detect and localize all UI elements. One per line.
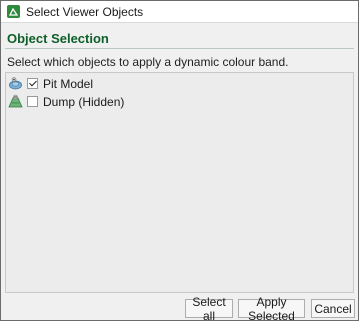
window-title: Select Viewer Objects (26, 4, 144, 19)
pit-model-icon (8, 76, 23, 91)
cancel-button[interactable]: Cancel (311, 299, 355, 318)
dump-hidden-icon (8, 94, 23, 109)
app-icon (7, 5, 20, 18)
list-item-dump-hidden[interactable]: Dump (Hidden) (8, 93, 124, 110)
list-item-pit-model[interactable]: Pit Model (8, 75, 93, 92)
pit-model-checkbox[interactable] (27, 78, 38, 89)
dump-hidden-checkbox[interactable] (27, 96, 38, 107)
heading-divider (5, 48, 354, 49)
title-bar[interactable]: Select Viewer Objects (1, 1, 358, 23)
dump-hidden-label: Dump (Hidden) (43, 94, 125, 109)
apply-selected-button[interactable]: Apply Selected (238, 295, 305, 320)
section-description: Select which objects to apply a dynamic … (7, 55, 289, 69)
pit-model-label: Pit Model (43, 76, 94, 91)
select-all-button[interactable]: Select all (185, 295, 233, 320)
objects-list: Pit Model Dump (Hidden) (5, 72, 354, 293)
select-viewer-objects-dialog: Select Viewer Objects Object Selection S… (0, 0, 359, 321)
section-heading: Object Selection (7, 31, 109, 46)
